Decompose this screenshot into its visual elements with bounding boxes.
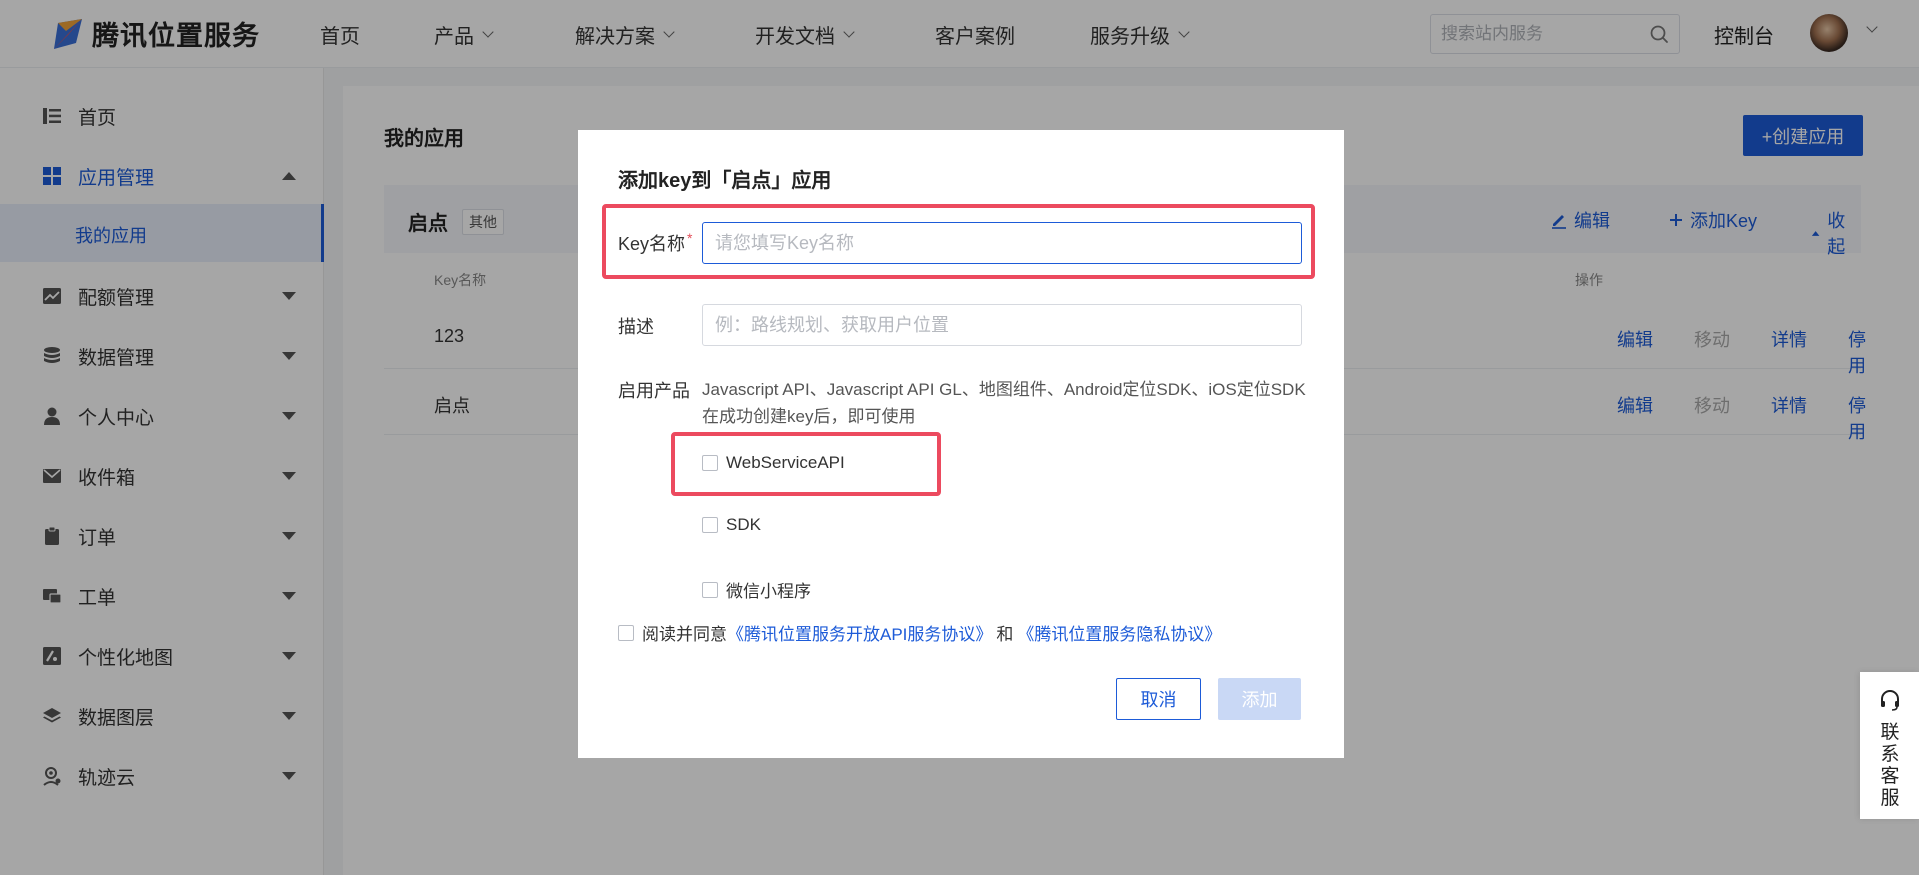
checkbox[interactable]: [702, 581, 718, 598]
privacy-agreement-link[interactable]: 《腾讯位置服务隐私协议》: [1017, 620, 1221, 645]
cancel-button[interactable]: 取消: [1116, 678, 1201, 720]
option-wechat-miniprogram[interactable]: 微信小程序: [702, 577, 811, 602]
api-agreement-link[interactable]: 《腾讯位置服务开放API服务协议》: [727, 620, 992, 645]
agreement-prefix: 阅读并同意: [642, 625, 727, 644]
products-description: Javascript API、Javascript API GL、地图组件、An…: [702, 380, 1306, 426]
description-label: 描述: [618, 317, 654, 337]
dialog-title: 添加key到「启点」应用: [618, 170, 832, 192]
option-sdk[interactable]: SDK: [702, 515, 761, 535]
highlight-webserviceapi: [671, 432, 941, 496]
customer-service-label: 联系客服: [1880, 722, 1900, 809]
checkbox[interactable]: [702, 517, 718, 533]
agreement-row: 阅读并同意 《腾讯位置服务开放API服务协议》 和 《腾讯位置服务隐私协议》: [618, 620, 1221, 645]
customer-service-widget[interactable]: 联系客服: [1860, 672, 1919, 819]
option-label: SDK: [726, 515, 761, 534]
products-label: 启用产品: [618, 381, 690, 401]
option-label: 微信小程序: [726, 582, 811, 601]
highlight-key-name: [602, 204, 1315, 279]
description-input[interactable]: [702, 304, 1302, 346]
add-button[interactable]: 添加: [1218, 678, 1301, 720]
agreement-checkbox[interactable]: [618, 624, 634, 641]
headset-icon: [1881, 690, 1899, 711]
agreement-and: 和: [996, 625, 1014, 644]
